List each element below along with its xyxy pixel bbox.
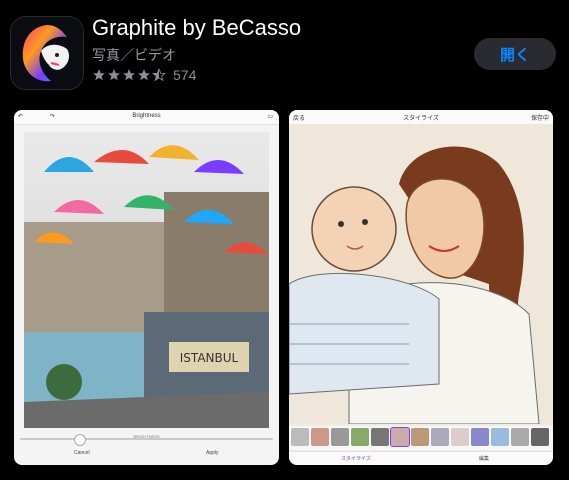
save-button[interactable]: 保存中 xyxy=(531,113,549,122)
style-thumbnail[interactable] xyxy=(531,428,549,446)
screenshot-stylize[interactable]: 戻る スタイライズ 保存中 スタイライズ 編集 xyxy=(289,110,553,465)
style-thumbnails xyxy=(289,426,553,450)
style-thumbnail[interactable] xyxy=(311,428,329,446)
lion-icon xyxy=(11,17,83,89)
style-thumbnail[interactable] xyxy=(351,428,369,446)
svg-text:ISTANBUL: ISTANBUL xyxy=(180,351,239,365)
tab-edit[interactable]: 編集 xyxy=(479,455,489,462)
toolbar: ↶ ↷ Brightness ▭ xyxy=(14,110,279,125)
star-half-icon xyxy=(152,68,166,82)
rating-count: 574 xyxy=(173,67,197,83)
brightness-slider[interactable]: BRIGHTNESS xyxy=(20,434,273,446)
style-thumbnail[interactable] xyxy=(491,428,509,446)
style-thumbnail[interactable] xyxy=(451,428,469,446)
star-icon xyxy=(108,69,120,81)
style-thumbnail[interactable] xyxy=(411,428,429,446)
style-thumbnail[interactable] xyxy=(371,428,389,446)
app-category: 写真／ビデオ xyxy=(92,47,176,63)
style-thumbnail[interactable] xyxy=(431,428,449,446)
star-icon xyxy=(93,69,105,81)
style-thumbnail[interactable] xyxy=(471,428,489,446)
app-icon[interactable] xyxy=(10,16,84,90)
bottom-tabs: スタイライズ 編集 xyxy=(289,451,553,465)
cancel-button[interactable]: Cancel xyxy=(74,450,90,456)
slider-value: BRIGHTNESS xyxy=(133,434,160,439)
star-icon xyxy=(138,69,150,81)
star-rating: 574 xyxy=(92,67,196,83)
settings-icon[interactable]: ▭ xyxy=(267,113,273,120)
apply-button[interactable]: Apply xyxy=(206,450,219,456)
toolbar-title: スタイライズ xyxy=(403,116,439,122)
style-thumbnail[interactable] xyxy=(291,428,309,446)
open-button[interactable]: 開く xyxy=(474,38,556,70)
bottom-actions: Cancel Apply xyxy=(14,450,279,460)
toolbar-title: Brightness xyxy=(132,113,161,119)
app-title: Graphite by BeCasso xyxy=(92,15,302,40)
style-thumbnail[interactable] xyxy=(331,428,349,446)
painted-street-image: ISTANBUL xyxy=(24,132,269,428)
tab-stylize[interactable]: スタイライズ xyxy=(341,455,371,462)
style-thumbnail[interactable] xyxy=(390,427,410,447)
star-icon xyxy=(123,69,135,81)
sketch-portrait-image xyxy=(289,124,553,424)
style-thumbnail[interactable] xyxy=(511,428,529,446)
screenshot-brightness[interactable]: ↶ ↷ Brightness ▭ ISTANBUL BRIGHTNESS Can… xyxy=(14,110,279,465)
toolbar: 戻る スタイライズ 保存中 xyxy=(289,110,553,125)
